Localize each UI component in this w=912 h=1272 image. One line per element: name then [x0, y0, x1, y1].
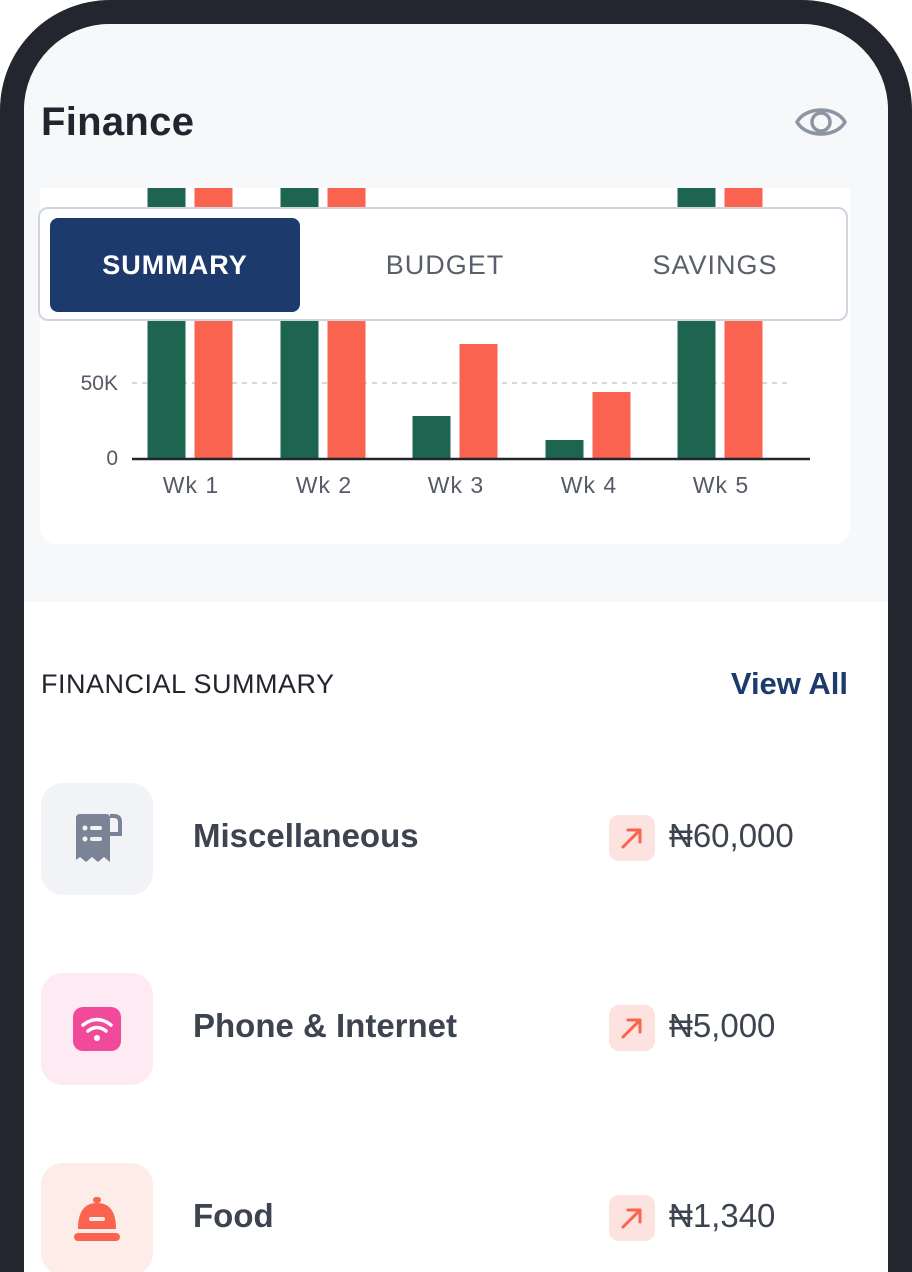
cloche-icon [41, 1163, 153, 1272]
summary-item-label: Miscellaneous [193, 817, 419, 854]
tab-savings[interactable]: SAVINGS [590, 218, 840, 312]
summary-item-label: Food [193, 1197, 274, 1234]
y-tick-label: 50K [81, 372, 118, 395]
x-tick-label: Wk 5 [693, 472, 749, 498]
phone-frame: Finance 0 50K Wk 1 Wk 2 Wk 3 Wk 4 Wk 5 SUMMARY… [0, 0, 912, 1272]
summary-item-amount: ₦5,000 [669, 1007, 776, 1044]
tab-bar: SUMMARY BUDGET SAVINGS [38, 207, 848, 321]
summary-item-food[interactable]: Food ₦1,340 [41, 1163, 851, 1272]
bar [592, 392, 631, 458]
x-tick-label: Wk 4 [561, 472, 617, 498]
wifi-icon [41, 973, 153, 1085]
arrow-up-right-icon [609, 1005, 655, 1051]
bar [545, 440, 584, 458]
summary-item-phone-internet[interactable]: Phone & Internet ₦5,000 [41, 973, 851, 1087]
summary-item-amount: ₦60,000 [669, 817, 794, 854]
arrow-up-right-icon [609, 815, 655, 861]
receipt-icon [41, 783, 153, 895]
arrow-up-right-icon [609, 1195, 655, 1241]
finance-header-area: Finance 0 50K Wk 1 Wk 2 Wk 3 Wk 4 Wk 5 SUMMARY… [24, 24, 888, 602]
tab-budget[interactable]: BUDGET [320, 218, 570, 312]
summary-item-amount: ₦1,340 [669, 1197, 776, 1234]
y-tick-label: 0 [106, 447, 118, 470]
eye-icon[interactable] [794, 100, 848, 144]
bar [459, 344, 498, 458]
screen: Finance 0 50K Wk 1 Wk 2 Wk 3 Wk 4 Wk 5 SUMMARY… [24, 24, 888, 1272]
summary-item-label: Phone & Internet [193, 1007, 458, 1044]
x-tick-label: Wk 3 [428, 472, 484, 498]
summary-item-miscellaneous[interactable]: Miscellaneous ₦60,000 [41, 783, 851, 897]
tab-summary[interactable]: SUMMARY [50, 218, 300, 312]
x-tick-label: Wk 1 [163, 472, 219, 498]
section-heading: FINANCIAL SUMMARY [41, 669, 335, 699]
x-tick-label: Wk 2 [296, 472, 352, 498]
view-all-link[interactable]: View All [731, 666, 848, 702]
bar [412, 416, 451, 458]
page-title: Finance [41, 100, 195, 144]
